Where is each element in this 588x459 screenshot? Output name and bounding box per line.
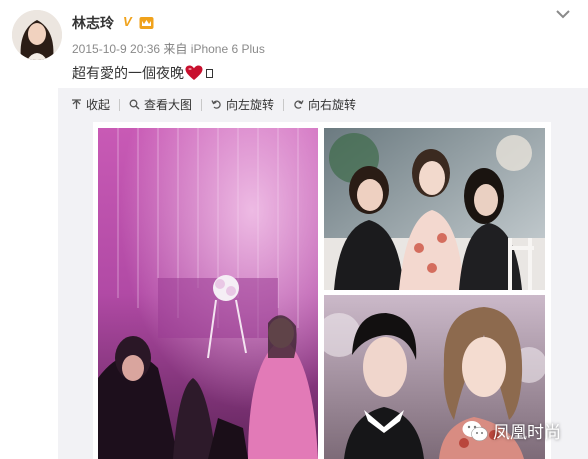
- toolbar-divider: [283, 98, 285, 111]
- rotate-right-icon: [294, 100, 304, 109]
- collapse-icon: [72, 99, 81, 109]
- party-photo[interactable]: [98, 128, 318, 459]
- rotate-left-button[interactable]: 向左旋转: [211, 96, 274, 113]
- rotate-left-label: 向左旋转: [226, 98, 275, 112]
- image-toolbar: 收起 查看大图 向左旋转 向右旋转: [71, 96, 356, 113]
- vip-crown-icon: [139, 17, 154, 29]
- search-icon: [129, 99, 140, 110]
- collapse-label: 收起: [86, 98, 111, 112]
- post-text-body: 超有愛的一個夜晚: [72, 65, 184, 81]
- toolbar-divider: [201, 98, 203, 111]
- rotate-right-button[interactable]: 向右旋转: [293, 96, 356, 113]
- view-large-label: 查看大图: [144, 98, 193, 112]
- watermark-text: 凤凰时尚: [493, 423, 561, 442]
- verified-icon: V: [123, 14, 132, 29]
- timestamp-link[interactable]: 2015-10-9 20:36: [72, 42, 160, 56]
- wechat-icon: [462, 420, 488, 441]
- toolbar-divider: [119, 98, 121, 111]
- view-large-button[interactable]: 查看大图: [129, 96, 192, 113]
- missing-glyph-icon: [206, 68, 213, 78]
- avatar[interactable]: [12, 10, 62, 60]
- collapse-button[interactable]: 收起: [71, 96, 110, 113]
- post-text: 超有愛的一個夜晚: [72, 63, 213, 83]
- group-photo[interactable]: [324, 128, 545, 290]
- heart-icon: [185, 65, 203, 80]
- source-device-link[interactable]: iPhone 6 Plus: [191, 42, 265, 56]
- chevron-down-icon[interactable]: [555, 8, 571, 20]
- post-meta: 2015-10-9 20:36 来自 iPhone 6 Plus: [72, 40, 265, 57]
- watermark: 凤凰时尚: [462, 418, 561, 443]
- rotate-left-icon: [211, 100, 221, 109]
- username-link[interactable]: 林志玲: [72, 13, 114, 33]
- rotate-right-label: 向右旋转: [308, 98, 357, 112]
- source-prefix: 来自: [163, 42, 188, 56]
